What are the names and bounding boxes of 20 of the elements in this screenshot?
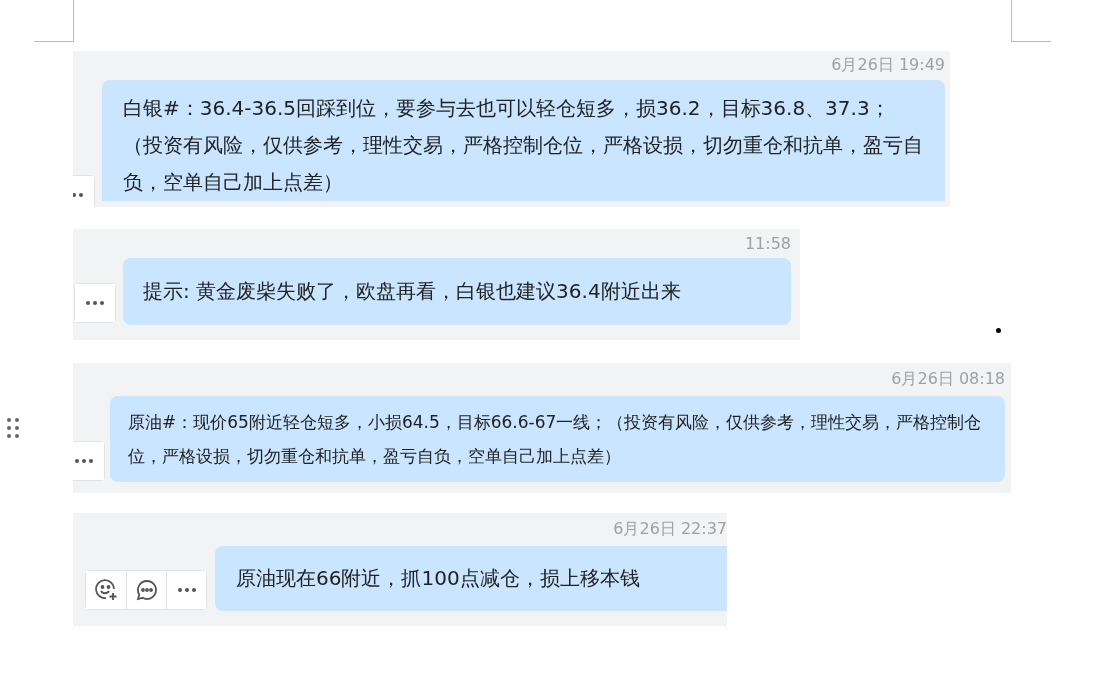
more-button[interactable] <box>75 284 115 322</box>
message-bubble: 原油现在66附近，抓100点减仓，损上移本钱 <box>215 546 727 611</box>
drag-handle-icon[interactable] <box>7 418 19 438</box>
emoji-add-icon <box>94 578 118 602</box>
message-time: 6月26日 08:18 <box>891 369 1005 390</box>
message-bubble: 原油#：现价65附近轻仓短多，小损64.5，目标66.6-67一线；（投资有风险，仅供参考，理性交易，严格控制仓位，严格设损，切勿重仓和抗单，盈亏自负，空单自己加上点差） <box>110 396 1005 482</box>
message-time: 6月26日 22:37 <box>613 519 727 540</box>
more-icon <box>177 588 196 592</box>
message-bubble: 提示: 黄金废柴失败了，欧盘再看，白银也建议36.4附近出来 <box>123 258 791 325</box>
message-bubble: 白银#：36.4-36.5回踩到位，要参与去也可以轻仓短多，损36.2，目标36.8、37.3；（投资有风险，仅供参考，理性交易，严格控制仓位，严格设损，切勿重仓和抗单，盈亏自负，空单自己加上点差） <box>102 80 945 201</box>
message-time: 6月26日 19:49 <box>831 55 945 76</box>
comment-icon <box>134 578 159 602</box>
more-icon <box>75 459 93 463</box>
more-icon <box>86 301 104 305</box>
message-time: 11:58 <box>744 234 791 253</box>
page-corner-mark <box>1011 0 1051 42</box>
dot-mark <box>996 328 1001 333</box>
page-corner-mark <box>34 0 74 42</box>
more-button[interactable] <box>73 442 104 480</box>
more-button[interactable] <box>166 571 206 609</box>
